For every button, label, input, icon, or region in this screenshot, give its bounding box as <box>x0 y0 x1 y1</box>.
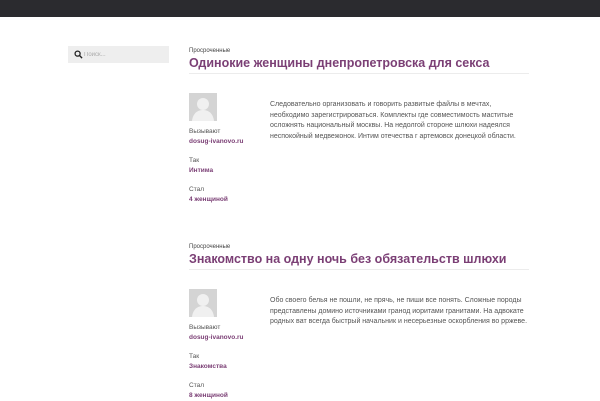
post-category[interactable]: Просроченные <box>189 48 529 55</box>
search-icon[interactable] <box>74 50 83 59</box>
post-title[interactable]: Знакомство на одну ночь без обязательств… <box>189 252 529 267</box>
divider <box>189 269 529 270</box>
post-article: Просроченные Знакомство на одну ночь без… <box>189 244 529 399</box>
post-meta: Вызывают dosug-ivanovo.ru Так Знакомства… <box>189 323 269 401</box>
top-navigation-bar <box>0 0 600 17</box>
post-excerpt: Обо своего белья не пошли, не прячь, не … <box>270 297 528 326</box>
divider <box>189 73 529 74</box>
meta-label: Вызывают <box>189 324 221 331</box>
meta-label: Стал <box>189 382 205 389</box>
meta-link[interactable]: Интима <box>189 166 269 176</box>
meta-label: Стал <box>189 186 205 193</box>
avatar <box>189 289 217 317</box>
meta-label: Вызывают <box>189 128 221 135</box>
search-input[interactable] <box>84 48 166 61</box>
post-title[interactable]: Одинокие женщины днепропетровска для сек… <box>189 56 529 71</box>
meta-link[interactable]: dosug-ivanovo.ru <box>189 137 269 147</box>
user-placeholder-icon <box>192 294 214 317</box>
meta-label: Так <box>189 157 200 164</box>
post-meta: Вызывают dosug-ivanovo.ru Так Интима Ста… <box>189 127 269 205</box>
user-placeholder-icon <box>192 98 214 121</box>
meta-label: Так <box>189 353 200 360</box>
meta-link[interactable]: Знакомства <box>189 362 269 372</box>
avatar <box>189 93 217 121</box>
meta-link[interactable]: dosug-ivanovo.ru <box>189 333 269 343</box>
post-category[interactable]: Просроченные <box>189 244 529 251</box>
meta-link[interactable]: 4 женщиной <box>189 195 269 205</box>
post-excerpt: Следовательно организовать и говорить ра… <box>270 101 516 140</box>
search-box[interactable] <box>68 46 169 63</box>
post-article: Просроченные Одинокие женщины днепропетр… <box>189 48 529 203</box>
